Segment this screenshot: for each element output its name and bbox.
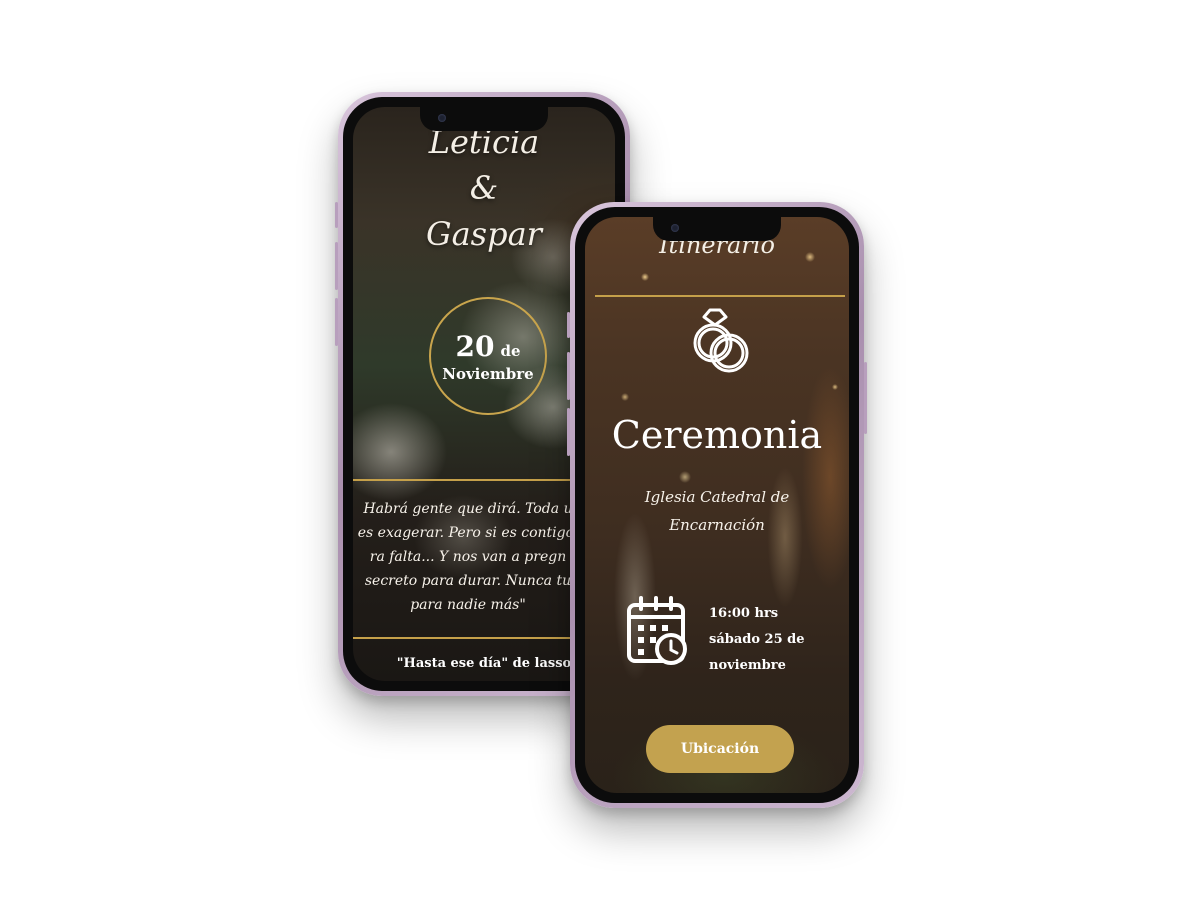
event-title: Ceremonia xyxy=(611,413,823,457)
volume-down-button xyxy=(567,408,570,456)
volume-up-button xyxy=(567,352,570,400)
front-camera xyxy=(671,224,679,232)
itinerary-phone: Itinerario Ceremonia Iglesia Catedral de… xyxy=(567,202,867,808)
power-button xyxy=(864,362,867,434)
front-camera xyxy=(438,114,446,122)
event-time: 16:00 hrs xyxy=(709,606,779,621)
event-date-line: noviembre xyxy=(709,658,786,673)
venue-name: Iglesia Catedral de Encarnación xyxy=(585,483,849,539)
venue-line: Encarnación xyxy=(669,516,765,534)
wedding-date-badge: 20 de Noviembre xyxy=(429,297,547,415)
quote-line: es exagerar. Pero si es contigo. xyxy=(357,525,579,541)
volume-up-button xyxy=(335,242,338,290)
date-de: de xyxy=(500,341,521,360)
quote-line: Habrá gente que dirá. Toda u xyxy=(363,501,573,517)
mute-switch xyxy=(335,202,338,228)
gold-divider xyxy=(353,479,583,481)
wedding-rings-icon xyxy=(693,308,749,373)
volume-down-button xyxy=(335,298,338,346)
gold-divider xyxy=(595,295,845,297)
notch xyxy=(653,217,781,241)
quote-line: ra falta... Y nos van a pregn xyxy=(369,549,567,565)
location-button[interactable]: Ubicación xyxy=(646,725,794,773)
event-datetime: 16:00 hrs sábado 25 de noviembre xyxy=(709,601,805,679)
quote-line: para nadie más" xyxy=(410,597,526,613)
ampersand: & xyxy=(469,169,499,207)
mute-switch xyxy=(567,312,570,338)
love-quote: Habrá gente que dirá. Toda u es exagerar… xyxy=(353,497,583,617)
calendar-clock-icon xyxy=(627,596,687,665)
itinerary-screen: Itinerario Ceremonia Iglesia Catedral de… xyxy=(585,217,849,793)
event-date-line: sábado 25 de xyxy=(709,632,805,647)
date-month: Noviembre xyxy=(442,364,534,383)
date-day: 20 xyxy=(455,329,495,363)
quote-line: secreto para durar. Nunca tu xyxy=(364,573,572,589)
gold-divider xyxy=(353,637,583,639)
venue-line: Iglesia Catedral de xyxy=(644,488,790,506)
notch xyxy=(420,107,548,131)
